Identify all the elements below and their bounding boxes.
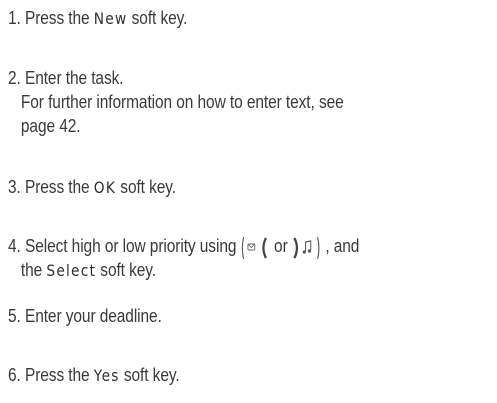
instruction-page: 1. Press the New soft key. 2. Enter the …	[0, 0, 497, 403]
down-volume-key-glyph	[293, 236, 320, 260]
step-text: , and	[325, 236, 360, 256]
step-number: 5.	[8, 306, 21, 326]
step-6: 6. Press the Yes soft key.	[8, 363, 180, 388]
step-note-line-1: For further information on how to enter …	[20, 92, 344, 112]
step-number: 3.	[8, 177, 21, 197]
step-2: 2. Enter the task. For further informati…	[8, 66, 344, 138]
step-text: soft key.	[123, 365, 180, 385]
step-text: or	[274, 236, 288, 256]
softkey-ok-label: OK	[93, 178, 117, 197]
step-text: Enter your deadline.	[24, 306, 162, 326]
step-text: soft key.	[100, 260, 157, 280]
step-1: 1. Press the New soft key.	[8, 6, 187, 31]
step-number: 4.	[8, 236, 21, 256]
step-4: 4. Select high or low priority using or …	[8, 234, 359, 283]
up-volume-key-icon	[241, 236, 270, 260]
step-text: soft key.	[131, 8, 188, 28]
step-5: 5. Enter your deadline.	[8, 304, 162, 328]
step-text: the	[20, 260, 43, 280]
step-note-line-2: page 42.	[20, 116, 81, 136]
down-volume-key-icon	[292, 236, 321, 260]
step-text: soft key.	[120, 177, 177, 197]
softkey-select-label: Select	[46, 261, 97, 280]
step-number: 1.	[8, 8, 21, 28]
step-text: Enter the task.	[24, 68, 124, 88]
up-volume-key-glyph	[242, 236, 268, 260]
step-text: Press the	[24, 365, 90, 385]
step-number: 6.	[8, 365, 21, 385]
step-3: 3. Press the OK soft key.	[8, 175, 176, 200]
softkey-yes-label: Yes	[93, 366, 120, 385]
step-text: Press the	[24, 177, 90, 197]
step-4-line-2: the Select soft key.	[8, 258, 359, 283]
step-number: 2.	[8, 68, 21, 88]
step-text: Press the	[24, 8, 90, 28]
softkey-new-label: New	[93, 9, 128, 28]
step-text: Select high or low priority using	[24, 236, 237, 256]
